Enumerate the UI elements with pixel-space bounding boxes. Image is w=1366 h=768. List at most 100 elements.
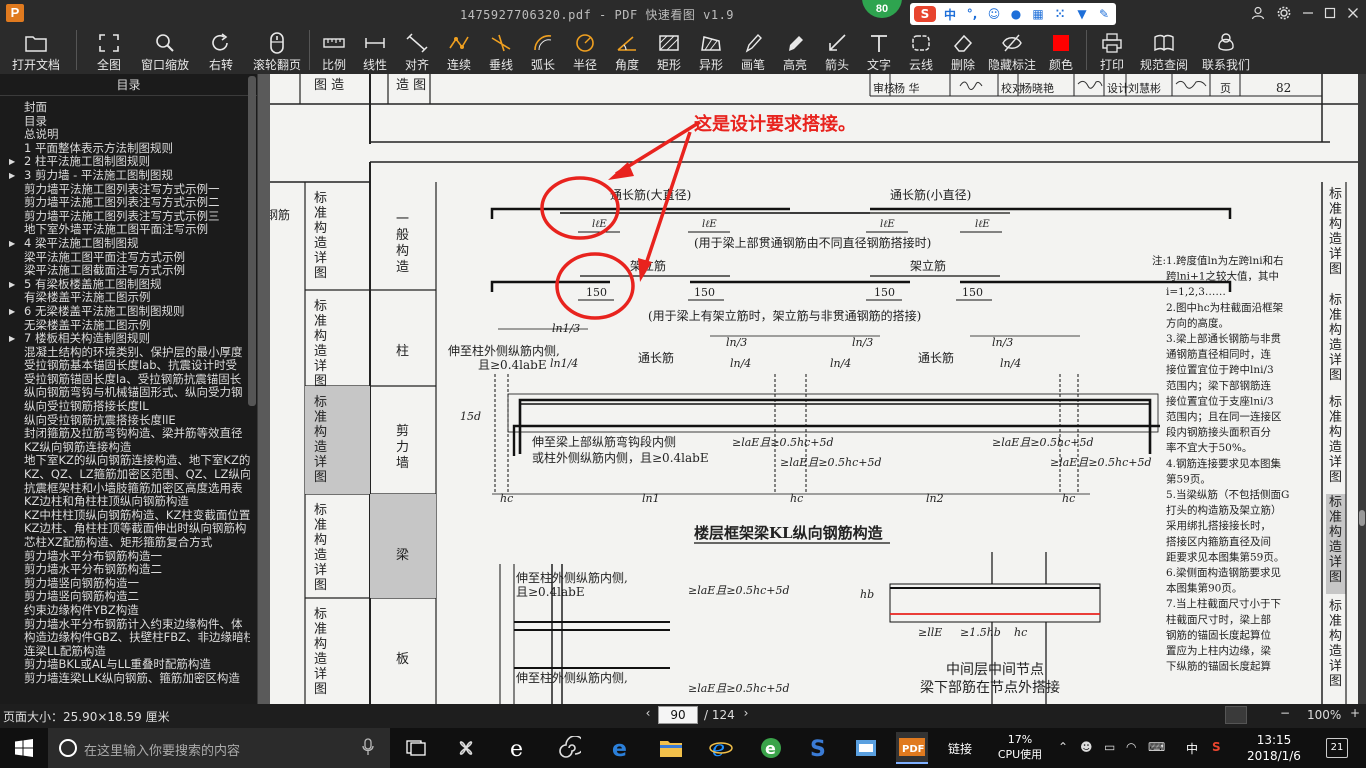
internet-explorer-icon[interactable]: e xyxy=(705,732,737,764)
fan-app-icon[interactable] xyxy=(450,732,482,764)
toc-item[interactable]: 1 平面整体表示方法制图规则 xyxy=(0,142,250,156)
toc-item[interactable]: ▶ 4 梁平法施工图制图规 xyxy=(0,237,250,251)
toc-item[interactable]: ▶ 2 柱平法施工图制图规则 xyxy=(0,155,250,169)
expand-triangle-icon[interactable]: ▶ xyxy=(9,169,15,183)
app-logo-icon[interactable]: P xyxy=(6,4,24,22)
angle-button[interactable]: 角度 xyxy=(606,27,648,74)
close-button[interactable] xyxy=(1343,4,1363,22)
right-tab-char[interactable]: 详 xyxy=(1329,353,1342,368)
microphone-icon[interactable]: ● xyxy=(1008,6,1024,22)
menu-grid-icon[interactable]: ⁙ xyxy=(1052,6,1068,22)
toc-item[interactable]: ▶ 3 剪力墙 - 平法施工图制图规 xyxy=(0,169,250,183)
right-tab-char[interactable]: 图 xyxy=(1329,674,1342,689)
linear-dimension-button[interactable]: 线性 xyxy=(354,27,396,74)
right-tab-char[interactable]: 造 xyxy=(1329,232,1342,247)
radius-button[interactable]: 半径 xyxy=(564,27,606,74)
delete-button[interactable]: 删除 xyxy=(942,27,984,74)
toc-item[interactable]: 连梁LL配筋构造 xyxy=(0,645,250,659)
next-page-icon[interactable]: › xyxy=(740,706,752,720)
toc-item[interactable]: 剪力墙水平分布钢筋构造一 xyxy=(0,550,250,564)
ime-lang-indicator[interactable]: 中 xyxy=(942,6,958,22)
polygon-button[interactable]: 异形 xyxy=(690,27,732,74)
right-tab-char[interactable]: 详 xyxy=(1329,455,1342,470)
right-tab-char[interactable]: 构 xyxy=(1329,217,1342,232)
toc-item[interactable]: ▶ 7 楼板相关构造制图规则 xyxy=(0,332,250,346)
toc-item[interactable]: 有梁楼盖平法施工图示例 xyxy=(0,291,250,305)
maximize-button[interactable] xyxy=(1320,4,1340,22)
right-tab-char[interactable]: 准 xyxy=(1329,202,1342,217)
system-clock[interactable]: 13:15 2018/1/6 xyxy=(1243,732,1305,764)
zoom-in-icon[interactable]: + xyxy=(1350,706,1360,720)
toc-item[interactable]: 纵向钢筋弯钩与机械锚固形式、纵向受力钢 xyxy=(0,386,250,400)
aligned-dimension-button[interactable]: 对齐 xyxy=(396,27,438,74)
ime-tray-lang[interactable]: 中 xyxy=(1186,740,1198,757)
document-scrollbar[interactable] xyxy=(1358,74,1366,704)
right-tab-char[interactable]: 造 xyxy=(1329,440,1342,455)
right-tab-char[interactable]: 构 xyxy=(1329,629,1342,644)
toc-item[interactable]: ▶ 5 有梁板楼盖施工图制图规 xyxy=(0,278,250,292)
toc-item[interactable]: 纵向受拉钢筋抗震搭接长度llE xyxy=(0,414,250,428)
arrow-button[interactable]: 箭头 xyxy=(816,27,858,74)
cpu-usage-widget[interactable]: 17% CPU使用 xyxy=(992,732,1048,762)
right-tab-char[interactable]: 准 xyxy=(1329,308,1342,323)
toc-item[interactable]: KZ、QZ、LZ箍筋加密区范围、QZ、LZ纵向钢 xyxy=(0,468,250,482)
document-scroll-thumb[interactable] xyxy=(1359,510,1365,526)
expand-triangle-icon[interactable]: ▶ xyxy=(9,155,15,169)
color-button[interactable]: 颜色 xyxy=(1040,27,1082,74)
battery-icon[interactable]: ▭ xyxy=(1104,740,1115,754)
toc-item[interactable]: 受拉钢筋锚固长度la、受拉钢筋抗震锚固长 xyxy=(0,373,250,387)
right-tab-char[interactable]: 准 xyxy=(1329,410,1342,425)
toc-item[interactable]: 剪力墙平法施工图列表注写方式示例三 xyxy=(0,210,250,224)
right-tab-char[interactable]: 准 xyxy=(1329,614,1342,629)
sogou-browser-icon[interactable]: S xyxy=(803,732,835,764)
expand-triangle-icon[interactable]: ▶ xyxy=(9,237,15,251)
punctuation-icon[interactable]: °, xyxy=(964,6,980,22)
text-button[interactable]: 文字 xyxy=(858,27,900,74)
people-icon[interactable]: ☻ xyxy=(1080,740,1093,754)
right-tab-char[interactable]: 标 xyxy=(1329,293,1342,308)
pdf-viewer-taskbar-icon[interactable]: PDF xyxy=(896,732,928,764)
toc-item[interactable]: 目录 xyxy=(0,115,250,129)
continuous-dimension-button[interactable]: 连续 xyxy=(438,27,480,74)
toc-item[interactable]: ▶ 6 无梁楼盖平法施工图制图规则 xyxy=(0,305,250,319)
wheel-paging-button[interactable]: 滚轮翻页 xyxy=(249,27,305,74)
right-tab-char[interactable]: 造 xyxy=(1329,644,1342,659)
right-tab-char[interactable]: 构 xyxy=(1329,525,1342,540)
toc-item[interactable]: 封闭箍筋及拉筋弯钩构造、梁并筋等效直径 xyxy=(0,427,250,441)
skin-icon[interactable]: ▼ xyxy=(1074,6,1090,22)
standards-lookup-button[interactable]: 规范查阅 xyxy=(1133,27,1195,74)
open-document-button[interactable]: 打开文档 xyxy=(0,27,72,74)
contact-us-button[interactable]: 联系我们 xyxy=(1195,27,1257,74)
right-tab-char[interactable]: 标 xyxy=(1329,395,1342,410)
expand-triangle-icon[interactable]: ▶ xyxy=(9,305,15,319)
cloud-line-button[interactable]: 云线 xyxy=(900,27,942,74)
control-panel-icon[interactable] xyxy=(850,732,882,764)
keyboard-icon[interactable]: ▦ xyxy=(1030,6,1046,22)
keyboard-tray-icon[interactable]: ⌨ xyxy=(1148,740,1165,754)
perpendicular-button[interactable]: 垂线 xyxy=(480,27,522,74)
tray-overflow-icon[interactable]: ⌃ xyxy=(1058,740,1068,754)
scale-button[interactable]: 比例 xyxy=(314,27,354,74)
right-tab-char[interactable]: 标 xyxy=(1329,187,1342,202)
arc-length-button[interactable]: 弧长 xyxy=(522,27,564,74)
right-tab-char[interactable]: 造 xyxy=(1329,540,1342,555)
hide-annotation-button[interactable]: 隐藏标注 xyxy=(984,27,1040,74)
toc-item[interactable]: 封面 xyxy=(0,101,250,115)
sogou-tray-icon[interactable]: S xyxy=(1212,740,1221,754)
right-tab-char[interactable]: 标 xyxy=(1329,599,1342,614)
previous-page-icon[interactable]: ‹ xyxy=(642,706,654,720)
performance-badge[interactable]: 80 xyxy=(862,0,902,18)
toc-item[interactable]: 纵向受拉钢筋搭接长度lL xyxy=(0,400,250,414)
notification-center-icon[interactable]: 21 xyxy=(1326,738,1348,758)
zoom-window-button[interactable]: 窗口缩放 xyxy=(137,27,193,74)
toc-item[interactable]: 芯柱XZ配筋构造、矩形箍筋复合方式 xyxy=(0,536,250,550)
right-tab-char[interactable]: 详 xyxy=(1329,247,1342,262)
document-view[interactable]: 图 造 造 图 审核 杨 华 校对 杨晓艳 设计 刘慧彬 页 82 这是设计要求… xyxy=(258,74,1366,704)
file-explorer-icon[interactable] xyxy=(655,732,687,764)
emoji-icon[interactable]: ☺ xyxy=(986,6,1002,22)
rectangle-button[interactable]: 矩形 xyxy=(648,27,690,74)
toc-item[interactable]: 剪力墙平法施工图列表注写方式示例二 xyxy=(0,196,250,210)
toc-item[interactable]: 梁平法施工图截面注写方式示例 xyxy=(0,264,250,278)
toc-item[interactable]: 剪力墙水平分布钢筋计入约束边缘构件、体 xyxy=(0,618,250,632)
toc-scrollbar[interactable] xyxy=(248,76,256,406)
